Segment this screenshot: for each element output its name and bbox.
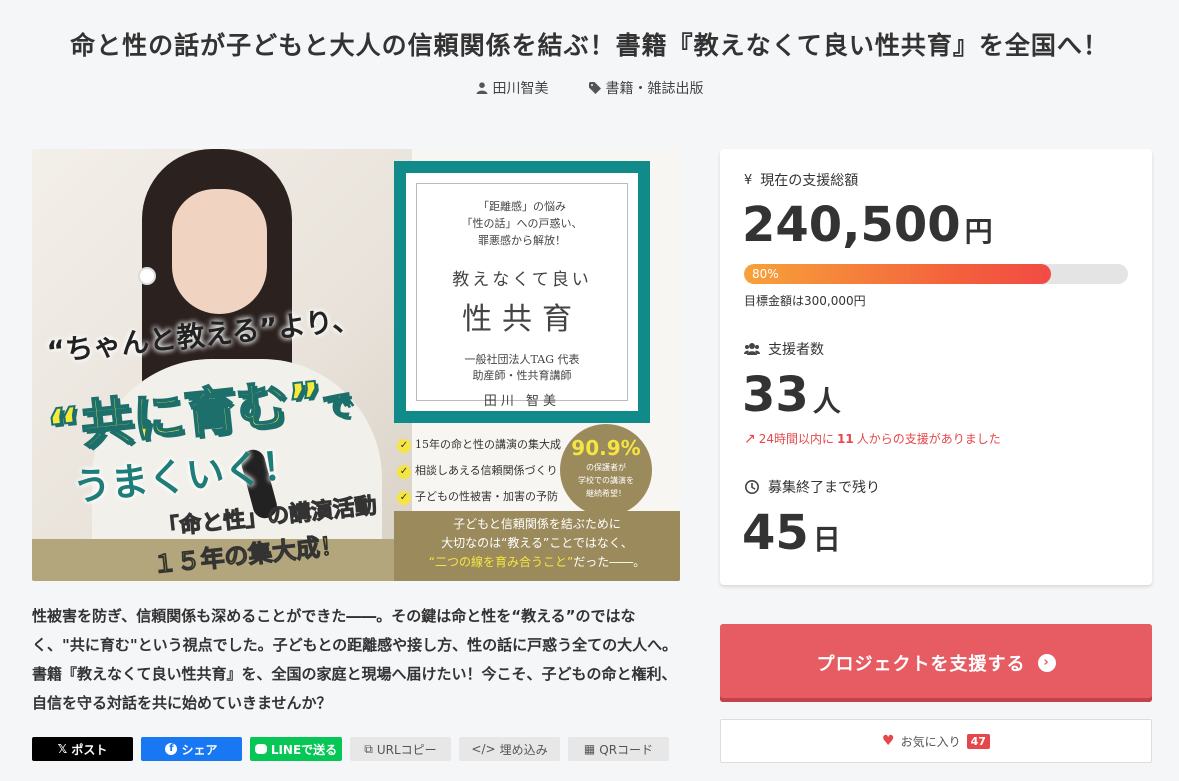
book-subtitle-1: 「距離感」の悩み xyxy=(478,200,566,213)
amount-label: 現在の支援総額 xyxy=(760,173,859,189)
remaining-value: 45 日 xyxy=(742,505,841,561)
x-icon: 𝕏 xyxy=(57,742,68,756)
remaining-label-row: 募集終了まで残り xyxy=(744,477,880,497)
embed-button[interactable]: </> 埋め込み xyxy=(459,737,560,761)
book-org-2: 助産師・性共育講師 xyxy=(472,369,572,382)
goal-amount: 目標金額は300,000円 xyxy=(744,294,866,308)
heart-icon: ♥ xyxy=(882,733,895,749)
hero-checklist: 15年の命と性の講演の集大成 相談しあえる信頼関係づくり 子どもの性被害・加害の… xyxy=(397,432,561,510)
photo-person-face xyxy=(172,189,267,314)
badge-text-1: の保護者が xyxy=(586,463,626,472)
share-x-button[interactable]: 𝕏 ポスト xyxy=(32,737,133,761)
tag-icon xyxy=(588,82,601,94)
supporters-label-row: 支援者数 xyxy=(744,339,824,359)
badge-text-2: 学校での講演を xyxy=(578,476,634,485)
check-item: 子どもの性被害・加害の予防 xyxy=(397,484,561,510)
clock-icon xyxy=(745,480,759,494)
recent-support-notice: ↗ 24時間以内に 11 人からの支援がありました xyxy=(744,430,1001,447)
project-meta: 田川智美 書籍・雑誌出版 xyxy=(0,78,1179,98)
check-item: 相談しあえる信頼関係づくり xyxy=(397,458,561,484)
favorite-count: 47 xyxy=(966,733,990,749)
supporters-value: 33 人 xyxy=(742,367,841,423)
book-subtitle-3: 罪悪感から解放！ xyxy=(478,234,566,247)
arrow-right-icon: › xyxy=(1037,654,1056,672)
copy-url-button[interactable]: ⧉ URLコピー xyxy=(350,737,451,761)
book-author: 田川 智美 xyxy=(483,394,561,409)
book-subtitle-2: 「性の話」への戸惑い、 xyxy=(461,217,583,230)
badge-percent: 90.9% xyxy=(571,436,641,460)
copy-icon: ⧉ xyxy=(364,741,373,756)
share-bar: 𝕏 ポスト f シェア LINEで送る ⧉ URLコピー </> 埋め込み ▦ … xyxy=(32,737,669,761)
share-facebook-button[interactable]: f シェア xyxy=(141,737,242,761)
book-org-1: 一般社団法人TAG 代表 xyxy=(464,353,580,366)
facebook-icon: f xyxy=(165,743,178,755)
hero-bottom-1: 子どもと信頼関係を結ぶために xyxy=(453,517,621,531)
favorite-button[interactable]: ♥ お気に入り 47 xyxy=(720,719,1152,763)
amount-value: 240,500 円 xyxy=(742,197,993,253)
stats-panel: ¥ 現在の支援総額 240,500 円 80% 目標金額は300,000円 支援者… xyxy=(720,149,1152,585)
photo-earring xyxy=(138,267,156,285)
hero-bottom-message: 子どもと信頼関係を結ぶために 大切なのは“教える”ことではなく、 “二つの線を育… xyxy=(394,511,680,581)
supporters-label: 支援者数 xyxy=(768,342,824,358)
check-item: 15年の命と性の講演の集大成 xyxy=(397,432,561,458)
user-icon xyxy=(476,82,487,94)
badge-text-3: 継続希望！ xyxy=(586,489,626,498)
book-title-1: 教えなくて良い xyxy=(452,270,592,290)
category-link[interactable]: 書籍・雑誌出版 xyxy=(588,78,704,98)
share-line-button[interactable]: LINEで送る xyxy=(250,737,342,761)
author-name: 田川智美 xyxy=(492,81,549,97)
book-title-2: 性共育 xyxy=(462,302,582,337)
users-icon xyxy=(744,343,760,355)
qr-code-button[interactable]: ▦ QRコード xyxy=(568,737,669,761)
hero-bottom-3: “二つの線を育み合うこと”だった――。 xyxy=(428,555,646,569)
author-link[interactable]: 田川智美 xyxy=(476,78,549,98)
project-description: 性被害を防ぎ、信頼関係も深めることができた――。その鍵は命と性を“教える”のでは… xyxy=(32,607,678,712)
trend-up-icon: ↗ xyxy=(744,430,756,447)
survey-badge: 90.9% の保護者が 学校での講演を 継続希望！ xyxy=(560,424,652,516)
progress-fill: 80% xyxy=(744,264,1052,284)
line-icon xyxy=(254,744,267,754)
code-icon: </> xyxy=(471,742,496,756)
funding-progress-bar: 80% xyxy=(744,264,1128,284)
yen-icon: ¥ xyxy=(744,172,753,188)
amount-label-row: ¥ 現在の支援総額 xyxy=(744,170,858,190)
page-title: 命と性の話が子どもと大人の信頼関係を結ぶ！書籍『教えなくて良い性共育』を全国へ！ xyxy=(70,31,1109,60)
remaining-label: 募集終了まで残り xyxy=(768,480,880,496)
category-name: 書籍・雑誌出版 xyxy=(605,81,704,97)
qr-icon: ▦ xyxy=(583,742,596,756)
hero-bottom-2: 大切なのは“教える”ことではなく、 xyxy=(441,536,633,550)
support-project-button[interactable]: プロジェクトを支援する › xyxy=(720,624,1152,702)
book-cover: 「距離感」の悩み 「性の話」への戸惑い、 罪悪感から解放！ 教えなくて良い 性共… xyxy=(394,161,650,423)
hero-image: “ちゃんと教える”より、 “共に育む”で うまくいく！ 「命と性」の講演活動 １… xyxy=(32,149,680,581)
